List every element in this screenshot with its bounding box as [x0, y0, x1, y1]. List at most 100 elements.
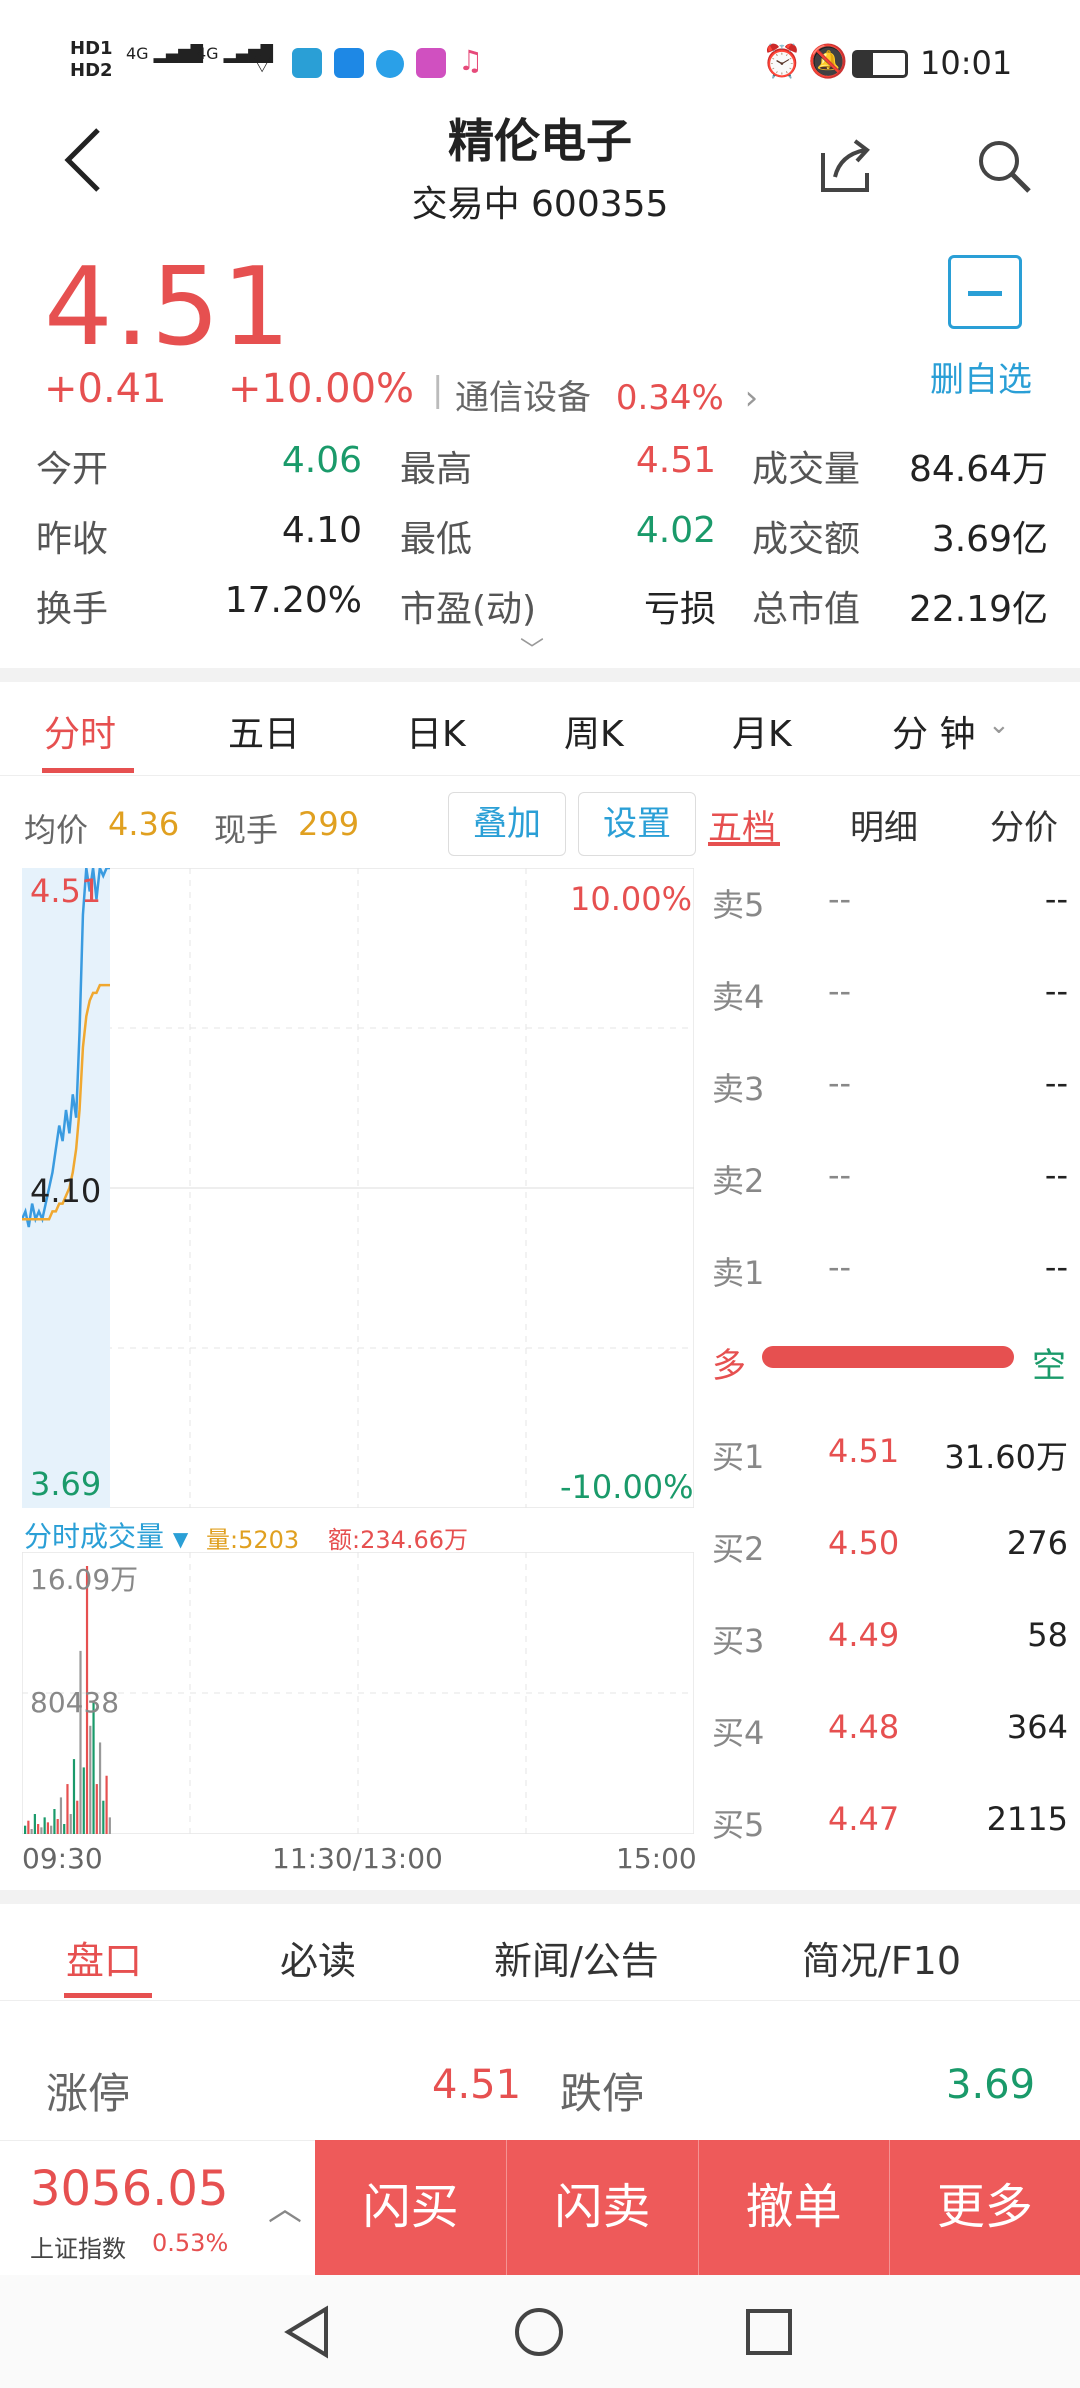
industry-name: 通信设备: [455, 378, 591, 418]
orderbook-volume: 276: [1006, 1524, 1068, 1562]
overlay-button[interactable]: 叠加: [448, 792, 566, 856]
detail-tab[interactable]: 新闻/公告: [494, 1930, 659, 1985]
trade-action-button[interactable]: 闪买: [315, 2140, 506, 2275]
divider: [0, 1890, 1080, 1904]
divider: [0, 2000, 1080, 2001]
price-change-pct: +10.00%: [228, 366, 415, 412]
volume-bar: [92, 1700, 95, 1834]
time-end: 15:00: [616, 1842, 697, 1875]
chart-tab[interactable]: 分 钟: [892, 705, 975, 757]
volume-bar: [66, 1784, 69, 1834]
search-icon[interactable]: [975, 137, 1035, 201]
remove-watchlist-label[interactable]: 删自选: [930, 352, 1032, 401]
chart-tab[interactable]: 五日: [228, 705, 300, 757]
stock-status-code: 交易中 600355: [411, 184, 669, 225]
app-book-icon: [334, 48, 364, 78]
volume-bar: [59, 1797, 63, 1834]
volume-bar: [79, 1650, 82, 1834]
active-tab-indicator: [42, 768, 134, 773]
orderbook-level-label: 买1: [712, 1438, 765, 1476]
chevron-up-icon: ︿: [268, 2189, 302, 2229]
time-mid: 11:30/13:00: [272, 1842, 443, 1875]
trade-action-button[interactable]: 更多: [888, 2140, 1080, 2275]
remove-watchlist-button[interactable]: [948, 255, 1022, 329]
stat-value: 4.06: [281, 440, 362, 481]
volume-bar: [63, 1824, 66, 1834]
detail-tab-indicator: [64, 1993, 152, 1998]
orderbook-tab[interactable]: 分价: [990, 800, 1058, 849]
separator: |: [432, 370, 444, 410]
intraday-price-chart[interactable]: [22, 868, 694, 1508]
orderbook-volume: 2115: [986, 1800, 1068, 1838]
avg-price-value: 4.36: [108, 805, 180, 843]
volume-bar: [89, 1725, 92, 1834]
index-name: 上证指数: [30, 2235, 126, 2263]
limit-up-value: 4.51: [432, 2062, 522, 2108]
detail-tab[interactable]: 简况/F10: [802, 1930, 961, 1985]
trade-action-button[interactable]: 撤单: [697, 2140, 889, 2275]
detail-tab[interactable]: 必读: [280, 1930, 356, 1985]
volume-bar: [46, 1822, 50, 1834]
chart-tab[interactable]: 周K: [564, 705, 624, 757]
industry-link[interactable]: 通信设备 0.34% ›: [455, 370, 758, 419]
chart-tab[interactable]: 月K: [732, 705, 792, 757]
volume-bar: [56, 1819, 59, 1834]
settings-button[interactable]: 设置: [578, 792, 696, 856]
volume-bar: [82, 1767, 85, 1834]
orderbook-price: --: [828, 1064, 852, 1102]
expand-icon[interactable]: ﹀: [520, 630, 544, 665]
caret-down-icon: ▼: [172, 1527, 189, 1551]
trade-action-button[interactable]: 闪卖: [506, 2140, 697, 2275]
orderbook-level-label: 卖4: [712, 978, 765, 1016]
volume-bar: [27, 1820, 30, 1834]
detail-tab[interactable]: 盘口: [66, 1930, 142, 1985]
nav-home-icon[interactable]: [512, 2305, 566, 2363]
orderbook-tab-indicator: [708, 842, 780, 846]
stat-label: 最高: [400, 449, 473, 490]
avg-price-label: 均价: [24, 811, 89, 849]
orderbook-volume: 364: [1006, 1708, 1068, 1746]
stat-value: 4.51: [635, 440, 716, 481]
share-icon[interactable]: [815, 135, 875, 199]
orderbook-price: --: [828, 972, 852, 1010]
app-browser-icon: [376, 50, 404, 78]
orderbook-price: --: [828, 1248, 852, 1286]
orderbook-volume: --: [1044, 1156, 1068, 1194]
time-start: 09:30: [22, 1842, 103, 1875]
volume-bar: [53, 1809, 56, 1834]
nav-back-icon[interactable]: [282, 2305, 332, 2363]
stat-label: 最低: [400, 519, 473, 560]
volume-bar: [108, 1817, 111, 1834]
index-ticker[interactable]: 3056.05 上证指数 0.53% ︿: [0, 2140, 315, 2275]
volume-bar: [37, 1824, 40, 1834]
index-pct: 0.53%: [152, 2229, 229, 2257]
limit-down-value: 3.69: [946, 2062, 1036, 2108]
volume-bar: [33, 1814, 36, 1834]
minus-icon: [968, 291, 1002, 296]
orderbook-volume: --: [1044, 880, 1068, 918]
volume-bar: [30, 1829, 33, 1834]
nav-recents-icon[interactable]: [744, 2307, 794, 2361]
volume-bar: [72, 1759, 76, 1834]
current-price: 4.51: [44, 245, 293, 370]
chart-tab[interactable]: 日K: [406, 705, 466, 757]
trade-actions: 闪买 闪卖 撤单 更多: [315, 2140, 1080, 2275]
orderbook-level-label: 买3: [712, 1622, 765, 1660]
volume-title[interactable]: 分时成交量 ▼: [24, 1515, 188, 1555]
app-mail-icon: [292, 48, 322, 78]
chart-top-pct: 10.00%: [570, 880, 693, 918]
volume-bar: [98, 1742, 102, 1834]
chevron-right-icon: ›: [744, 378, 759, 418]
divider: [0, 775, 1080, 776]
mute-icon: 🔕: [808, 42, 848, 80]
chart-tab[interactable]: 分时: [44, 705, 116, 757]
stock-header: 精伦电子 交易中 600355: [0, 95, 1080, 235]
orderbook-volume: --: [1044, 972, 1068, 1010]
chart-top-price: 4.51: [30, 872, 102, 910]
orderbook-level-label: 卖5: [712, 886, 765, 924]
battery-icon: [852, 50, 908, 78]
orderbook-tab[interactable]: 明细: [850, 800, 918, 849]
orderbook-volume: --: [1044, 1064, 1068, 1102]
volume-bar: [69, 1814, 72, 1834]
stat-value: 17.20%: [224, 580, 362, 621]
